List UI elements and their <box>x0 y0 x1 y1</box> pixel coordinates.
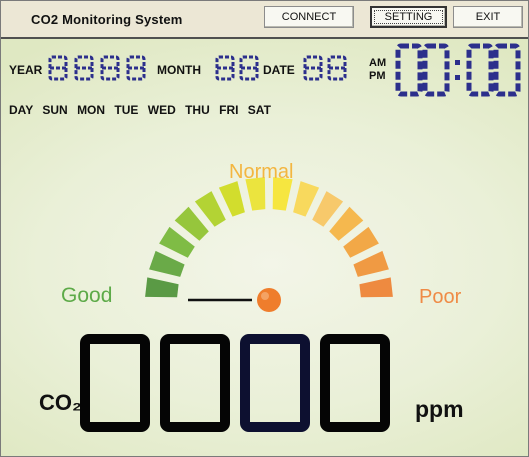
title-bar: CO2 Monitoring System CONNECT SETTING EX… <box>1 1 528 39</box>
poor-label: Poor <box>419 286 462 308</box>
gauge-segment <box>218 181 245 217</box>
normal-label: Normal <box>229 161 294 183</box>
gauge-indicator-highlight <box>261 292 269 300</box>
good-label: Good <box>61 284 113 307</box>
ppm-unit-label: ppm <box>415 396 464 422</box>
gauge-segment <box>359 277 393 298</box>
exit-button[interactable]: EXIT <box>453 6 523 28</box>
gauge-segment <box>149 250 185 277</box>
co2-reading-digits <box>77 329 413 439</box>
app-title: CO2 Monitoring System <box>31 12 183 27</box>
connect-button[interactable]: CONNECT <box>264 6 354 28</box>
setting-button[interactable]: SETTING <box>370 6 447 28</box>
gauge-indicator <box>257 288 281 312</box>
gauge-segment <box>145 277 179 298</box>
gauge-segments <box>145 177 393 298</box>
app-window: CO2 Monitoring System CONNECT SETTING EX… <box>0 0 529 457</box>
co2-label: CO₂ <box>39 390 82 415</box>
gauge-segment <box>353 250 389 277</box>
gauge-segment <box>293 181 320 217</box>
monitor-panel: YEAR MONTH DATE AM PM DAY SUN MON TUE WE… <box>1 39 528 456</box>
